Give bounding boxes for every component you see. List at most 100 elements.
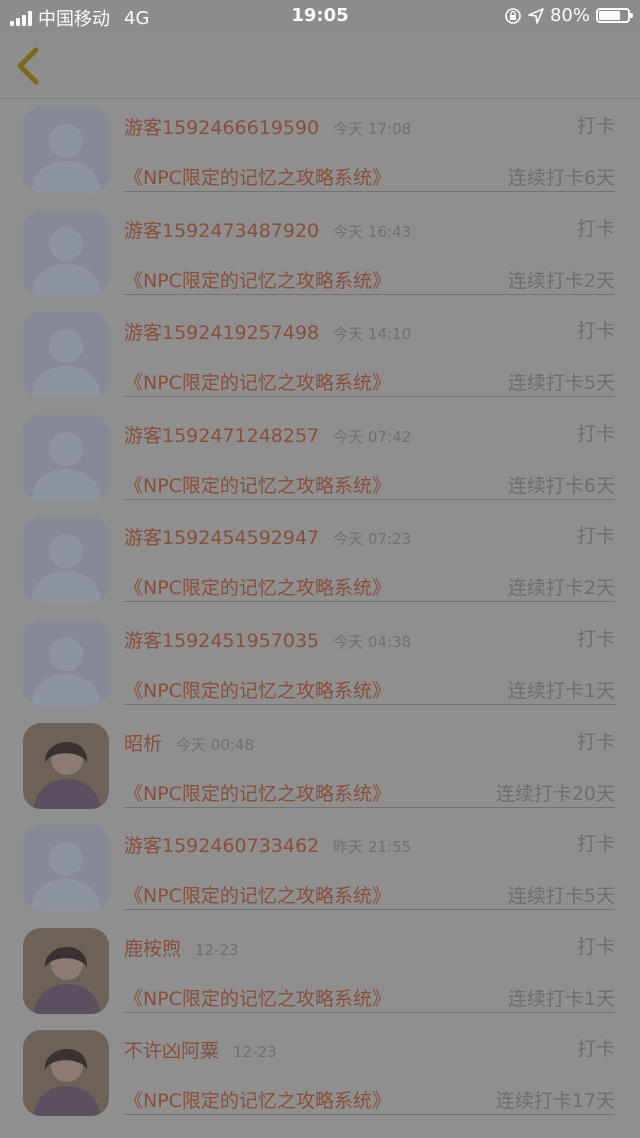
checkin-label: 打卡	[576, 730, 615, 753]
user-name-text: 游客1592460733462	[124, 835, 320, 858]
avatar[interactable]	[23, 722, 109, 809]
checkin-time: 12-23	[195, 940, 239, 959]
user-name-text: 游客1592466619590	[124, 117, 320, 139]
list-item[interactable]: 不许凶阿粟 12-23 打卡 《NPC限定的记忆之攻略系统》 连续打卡17天	[0, 1022, 640, 1125]
book-title[interactable]: 《NPC限定的记忆之攻略系统》	[124, 676, 391, 703]
user-name-text: 游客1592473487920	[124, 219, 320, 242]
list-item[interactable]: 游客1592466619590 今天 17:08 打卡 《NPC限定的记忆之攻略系…	[0, 99, 640, 202]
default-avatar-icon	[23, 107, 109, 193]
book-title[interactable]: 《NPC限定的记忆之攻略系统》	[124, 573, 391, 600]
book-title[interactable]: 《NPC限定的记忆之攻略系统》	[124, 779, 391, 806]
checkin-time: 今天 14:10	[333, 325, 412, 344]
back-button[interactable]	[12, 46, 46, 86]
row-divider	[124, 806, 615, 808]
user-name-text: 不许凶阿粟	[124, 1040, 220, 1063]
battery-icon	[596, 8, 633, 23]
user-name: 游客1592419257498 今天 14:10	[124, 318, 411, 345]
user-name: 游客1592471248257 今天 07:42	[124, 421, 411, 448]
checkin-label: 打卡	[576, 525, 615, 548]
default-avatar-icon	[23, 619, 109, 706]
checkin-label: 打卡	[576, 833, 615, 856]
book-title[interactable]: 《NPC限定的记忆之攻略系统》	[124, 984, 391, 1011]
book-title[interactable]: 《NPC限定的记忆之攻略系统》	[124, 1086, 391, 1113]
default-avatar-icon	[23, 825, 109, 912]
row-divider	[124, 1011, 615, 1013]
user-name: 不许凶阿粟 12-23	[124, 1036, 277, 1063]
list-item[interactable]: 游客1592454592947 今天 07:23 打卡 《NPC限定的记忆之攻略系…	[0, 509, 640, 612]
checkin-list: 游客1592466619590 今天 17:08 打卡 《NPC限定的记忆之攻略系…	[0, 99, 640, 1125]
streak-count: 连续打卡6天	[507, 167, 615, 189]
location-arrow-icon	[528, 7, 544, 24]
checkin-time: 昨天 21:55	[333, 838, 412, 857]
user-name-text: 昭析	[124, 732, 163, 755]
checkin-time: 今天 16:43	[333, 222, 412, 241]
book-title[interactable]: 《NPC限定的记忆之攻略系统》	[124, 368, 391, 395]
avatar[interactable]	[23, 107, 109, 193]
streak-count: 连续打卡1天	[507, 987, 615, 1010]
book-title[interactable]: 《NPC限定的记忆之攻略系统》	[124, 881, 391, 908]
chevron-left-icon	[17, 47, 39, 85]
checkin-time: 今天 07:42	[333, 427, 412, 446]
avatar[interactable]	[23, 312, 109, 399]
row-divider	[124, 396, 615, 398]
row-divider	[124, 498, 615, 500]
streak-count: 连续打卡2天	[507, 577, 615, 600]
user-name: 昭析 今天 00:48	[124, 729, 254, 756]
avatar[interactable]	[23, 619, 109, 706]
default-avatar-icon	[23, 414, 109, 501]
checkin-label: 打卡	[576, 115, 615, 137]
user-name-text: 鹿桉煦	[124, 937, 182, 960]
streak-count: 连续打卡2天	[507, 269, 615, 292]
streak-count: 连续打卡20天	[495, 782, 615, 805]
user-photo-icon	[23, 722, 109, 809]
status-bar: 中国移动 4G 19:05 80%	[0, 0, 640, 32]
user-name: 游客1592473487920 今天 16:43	[124, 216, 411, 243]
user-name-text: 游客1592419257498	[124, 322, 320, 345]
row-divider	[124, 909, 615, 911]
default-avatar-icon	[23, 312, 109, 399]
list-item[interactable]: 游客1592451957035 今天 04:38 打卡 《NPC限定的记忆之攻略系…	[0, 612, 640, 715]
user-name: 游客1592454592947 今天 07:23	[124, 523, 411, 550]
checkin-label: 打卡	[576, 627, 615, 650]
streak-count: 连续打卡5天	[507, 885, 615, 908]
default-avatar-icon	[23, 209, 109, 296]
user-name: 鹿桉煦 12-23	[124, 934, 239, 961]
book-title[interactable]: 《NPC限定的记忆之攻略系统》	[124, 163, 391, 190]
row-divider	[124, 191, 615, 192]
battery-percent: 80%	[549, 5, 590, 26]
book-title[interactable]: 《NPC限定的记忆之攻略系统》	[124, 471, 391, 498]
list-item[interactable]: 游客1592460733462 昨天 21:55 打卡 《NPC限定的记忆之攻略系…	[0, 817, 640, 920]
avatar[interactable]	[23, 1030, 109, 1117]
user-photo-icon	[23, 1030, 109, 1117]
list-item[interactable]: 游客1592419257498 今天 14:10 打卡 《NPC限定的记忆之攻略系…	[0, 304, 640, 407]
user-name: 游客1592451957035 今天 04:38	[124, 626, 411, 653]
book-title[interactable]: 《NPC限定的记忆之攻略系统》	[124, 266, 391, 293]
checkin-time: 今天 04:38	[333, 632, 412, 651]
checkin-label: 打卡	[576, 217, 615, 240]
row-divider	[124, 293, 615, 295]
user-name-text: 游客1592451957035	[124, 629, 320, 652]
row-divider	[124, 1114, 615, 1116]
streak-count: 连续打卡6天	[507, 474, 615, 497]
user-name: 游客1592460733462 昨天 21:55	[124, 831, 411, 858]
list-item[interactable]: 游客1592471248257 今天 07:42 打卡 《NPC限定的记忆之攻略系…	[0, 407, 640, 510]
checkin-label: 打卡	[576, 1038, 615, 1061]
avatar[interactable]	[23, 825, 109, 912]
default-avatar-icon	[23, 517, 109, 604]
list-item[interactable]: 昭析 今天 00:48 打卡 《NPC限定的记忆之攻略系统》 连续打卡20天	[0, 715, 640, 818]
streak-count: 连续打卡1天	[507, 679, 615, 702]
avatar[interactable]	[23, 414, 109, 501]
checkin-time: 今天 00:48	[176, 735, 255, 754]
orientation-lock-icon	[505, 7, 521, 24]
list-item[interactable]: 游客1592473487920 今天 16:43 打卡 《NPC限定的记忆之攻略系…	[0, 202, 640, 305]
checkin-label: 打卡	[576, 320, 615, 343]
avatar[interactable]	[23, 517, 109, 604]
avatar[interactable]	[23, 209, 109, 296]
list-item[interactable]: 鹿桉煦 12-23 打卡 《NPC限定的记忆之攻略系统》 连续打卡1天	[0, 920, 640, 1023]
avatar[interactable]	[23, 927, 109, 1014]
checkin-label: 打卡	[576, 935, 615, 958]
checkin-time: 今天 17:08	[333, 120, 412, 138]
user-name-text: 游客1592471248257	[124, 424, 320, 447]
status-right-group: 80%	[504, 5, 633, 26]
nav-bar	[0, 32, 640, 99]
